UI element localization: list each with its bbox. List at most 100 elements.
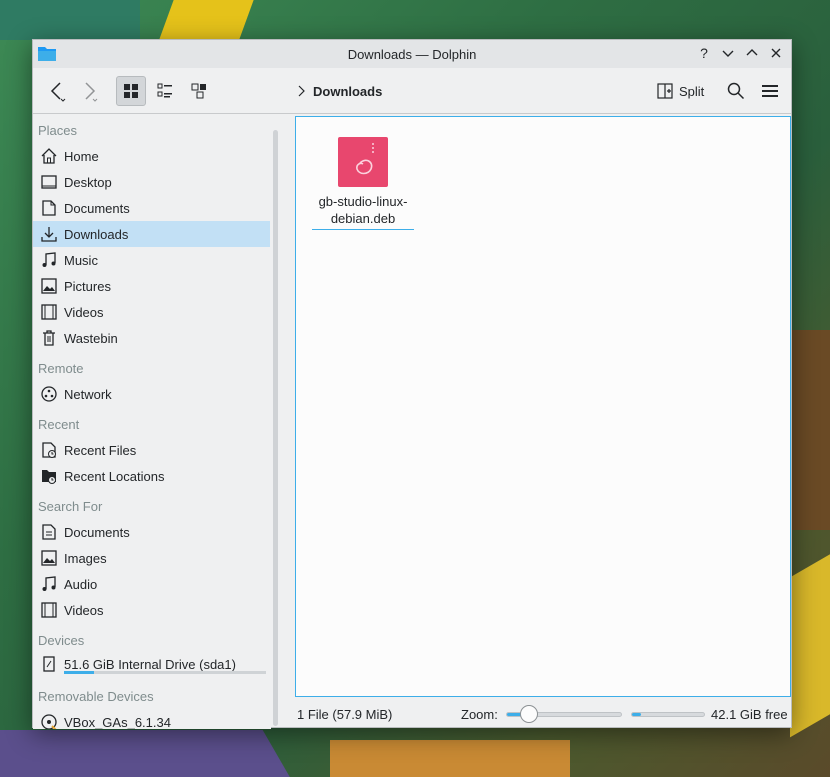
sidebar-item-label: Network <box>64 386 112 402</box>
arrow-right-icon <box>85 82 98 102</box>
images-icon <box>41 550 57 566</box>
sidebar-item-label: Desktop <box>64 174 112 190</box>
details-view-button[interactable] <box>184 76 214 106</box>
sidebar-item-label: Videos <box>64 602 104 618</box>
sidebar-item-home[interactable]: Home <box>33 143 270 169</box>
download-icon <box>41 227 57 242</box>
sidebar-item-downloads[interactable]: Downloads <box>33 221 270 247</box>
folder-app-icon[interactable] <box>38 46 56 61</box>
sidebar-item-videos[interactable]: Videos <box>33 299 270 325</box>
icons-view-icon <box>124 84 138 98</box>
sidebar-item-label: Videos <box>64 304 104 320</box>
forward-button[interactable] <box>77 76 103 106</box>
sidebar-item-search-videos[interactable]: Videos <box>33 597 270 623</box>
search-button[interactable] <box>723 76 749 106</box>
network-icon <box>41 386 57 402</box>
file-item[interactable]: gb-studio-linux-debian.deb <box>312 137 414 230</box>
trash-icon <box>43 330 55 346</box>
sidebar-item-label: VBox_GAs_6.1.34 <box>64 714 171 730</box>
close-icon <box>771 48 781 58</box>
chevron-down-icon <box>722 50 734 57</box>
hamburger-menu-icon <box>762 85 778 97</box>
places-sidebar: Places Home Desktop Documents Downloads … <box>33 115 271 729</box>
compact-view-icon <box>157 83 172 98</box>
sidebar-item-documents[interactable]: Documents <box>33 195 270 221</box>
section-removable-devices: Removable Devices <box>38 689 154 704</box>
details-view-icon <box>191 83 206 99</box>
status-summary: 1 File (57.9 MiB) <box>297 706 393 722</box>
recent-locations-icon <box>42 470 56 484</box>
section-recent: Recent <box>38 417 80 432</box>
title-bar[interactable]: Downloads — Dolphin ? <box>33 40 791 68</box>
back-button[interactable] <box>45 76 71 106</box>
free-space-text: 42.1 GiB free <box>711 706 788 722</box>
breadcrumb[interactable]: Downloads <box>297 76 382 106</box>
sidebar-item-search-audio[interactable]: Audio <box>33 571 270 597</box>
section-places: Places <box>38 123 78 138</box>
window-title: Downloads — Dolphin <box>347 46 477 62</box>
sidebar-item-wastebin[interactable]: Wastebin <box>33 325 270 351</box>
compact-view-button[interactable] <box>150 76 180 106</box>
audio-icon <box>42 576 56 591</box>
sidebar-item-network[interactable]: Network <box>33 381 270 407</box>
optical-disc-icon <box>41 714 57 729</box>
close-button[interactable] <box>767 44 785 62</box>
sidebar-item-label: Images <box>64 550 107 566</box>
sidebar-item-search-documents[interactable]: Documents <box>33 519 270 545</box>
sidebar-item-search-images[interactable]: Images <box>33 545 270 571</box>
split-label: Split <box>679 83 705 99</box>
sidebar-item-label: Audio <box>64 576 98 592</box>
drive-icon <box>43 656 55 672</box>
free-space-bar <box>631 712 705 717</box>
file-name: gb-studio-linux-debian.deb <box>312 193 414 230</box>
sidebar-item-pictures[interactable]: Pictures <box>33 273 270 299</box>
sidebar-item-label: Downloads <box>64 226 129 242</box>
sidebar-item-internal-drive[interactable]: 51.6 GiB Internal Drive (sda1) <box>33 651 270 677</box>
drive-usage-bar <box>64 671 266 674</box>
section-search-for: Search For <box>38 499 103 514</box>
music-icon <box>42 252 56 267</box>
sidebar-item-label: Recent Files <box>64 442 137 458</box>
breadcrumb-current[interactable]: Downloads <box>313 84 382 99</box>
zoom-label: Zoom: <box>461 706 498 722</box>
search-icon <box>727 82 745 100</box>
sidebar-item-label: Pictures <box>64 278 111 294</box>
pictures-icon <box>41 278 57 294</box>
chevron-up-icon <box>746 49 758 56</box>
sidebar-item-label: Recent Locations <box>64 468 165 484</box>
split-view-icon <box>657 83 673 99</box>
arrow-left-icon <box>50 82 66 102</box>
section-devices: Devices <box>38 633 85 648</box>
sidebar-item-label: Wastebin <box>64 330 118 346</box>
deb-package-icon <box>338 137 388 187</box>
sidebar-item-desktop[interactable]: Desktop <box>33 169 270 195</box>
sidebar-item-recent-locations[interactable]: Recent Locations <box>33 463 270 489</box>
sidebar-item-recent-files[interactable]: Recent Files <box>33 437 270 463</box>
recent-files-icon <box>42 442 56 458</box>
sidebar-item-label: Home <box>64 148 99 164</box>
sidebar-item-label: Documents <box>64 524 130 540</box>
icons-view-button[interactable] <box>116 76 146 106</box>
sidebar-scrollbar[interactable] <box>273 130 278 726</box>
hamburger-menu-button[interactable] <box>757 76 783 106</box>
sidebar-item-vbox-gas[interactable]: VBox_GAs_6.1.34 <box>33 709 270 729</box>
help-button[interactable]: ? <box>695 44 713 62</box>
sidebar-item-music[interactable]: Music <box>33 247 270 273</box>
section-remote: Remote <box>38 361 84 376</box>
status-bar: 1 File (57.9 MiB) Zoom: 42.1 GiB free <box>295 700 791 728</box>
minimize-button[interactable] <box>719 44 737 62</box>
file-view[interactable]: gb-studio-linux-debian.deb <box>295 116 791 697</box>
videos-icon <box>41 602 57 618</box>
sidebar-item-label: Music <box>64 252 98 268</box>
toolbar: Downloads Split <box>33 68 791 114</box>
zoom-slider-handle[interactable] <box>520 705 539 723</box>
maximize-button[interactable] <box>743 44 761 62</box>
documents-icon <box>42 524 56 540</box>
desktop-icon <box>41 175 57 189</box>
sidebar-item-label: Documents <box>64 200 130 216</box>
home-icon <box>41 148 57 164</box>
split-button[interactable]: Split <box>657 76 704 106</box>
chevron-right-icon <box>298 85 305 97</box>
sidebar-item-label: 51.6 GiB Internal Drive (sda1) <box>64 656 236 672</box>
documents-icon <box>42 200 56 216</box>
